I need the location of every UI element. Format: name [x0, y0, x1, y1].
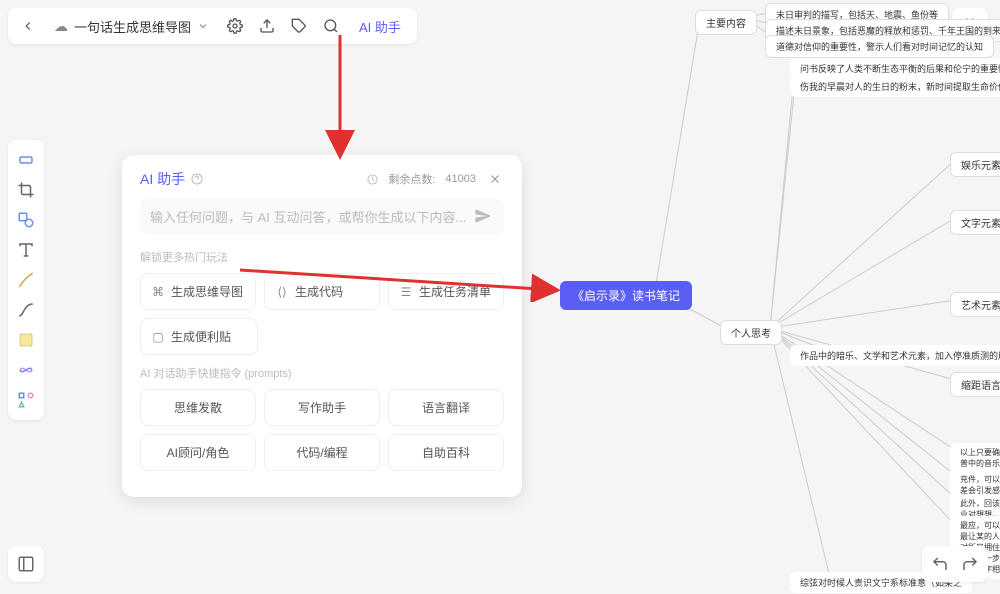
mindmap-node[interactable]: 个人思考 — [720, 320, 782, 345]
mindmap-node[interactable]: 缩距语言 — [950, 372, 1000, 397]
prompt-translate[interactable]: 语言翻译 — [388, 389, 504, 426]
node-tool[interactable] — [12, 146, 40, 174]
points-value: 41003 — [445, 173, 476, 185]
list-icon: ☰ — [399, 285, 413, 299]
mindmap-node[interactable]: 伤我的早晨对人的生日的粉末，新时间提取生命价值位置则快性更是好在读者相思 — [790, 76, 1000, 97]
shape-tool[interactable] — [12, 206, 40, 234]
ai-input-row[interactable] — [140, 199, 504, 235]
more-shapes-tool[interactable] — [12, 386, 40, 414]
redo-button[interactable] — [960, 554, 980, 574]
side-toolbar — [8, 140, 44, 420]
curve-tool[interactable] — [12, 296, 40, 324]
doc-title-text: 一句话生成思维导图 — [74, 17, 191, 36]
cloud-icon: ☁ — [54, 18, 68, 35]
mindmap-node[interactable]: 道德对信仰的重要性，警示人们看对时间记忆的认知 — [765, 35, 994, 58]
chevron-down-icon — [197, 20, 209, 32]
mindmap-node[interactable]: 主要内容 — [695, 10, 757, 35]
prompt-writing[interactable]: 写作助手 — [264, 389, 380, 426]
prompt-diverge[interactable]: 思维发散 — [140, 389, 256, 426]
code-icon: ⟨⟩ — [275, 285, 289, 299]
close-button[interactable] — [486, 170, 504, 188]
back-button[interactable] — [14, 12, 42, 40]
prompt-role[interactable]: AI顾问/角色 — [140, 434, 256, 471]
send-button[interactable] — [474, 207, 494, 227]
settings-button[interactable] — [221, 12, 249, 40]
document-title[interactable]: ☁ 一句话生成思维导图 — [46, 17, 217, 36]
ai-helper-button[interactable]: AI 助手 — [349, 17, 411, 36]
prompt-code[interactable]: 代码/编程 — [264, 434, 380, 471]
mindmap-node[interactable]: 娱乐元素 — [950, 152, 1000, 177]
ai-assistant-panel: AI 助手 剩余点数: 41003 解锁更多热门玩法 ⌘生成思维导图 ⟨⟩生成代… — [122, 155, 522, 497]
mindmap-icon: ⌘ — [151, 285, 165, 299]
connector-tool[interactable] — [12, 356, 40, 384]
section-unlock-label: 解锁更多热门玩法 — [140, 249, 504, 265]
gen-code-button[interactable]: ⟨⟩生成代码 — [264, 273, 380, 310]
ai-panel-title: AI 助手 — [140, 169, 203, 189]
top-toolbar: ☁ 一句话生成思维导图 AI 助手 — [8, 8, 417, 44]
mindmap-node[interactable]: 文字元素 — [950, 210, 1000, 235]
export-button[interactable] — [253, 12, 281, 40]
clock-icon — [367, 174, 378, 185]
bottom-right-toolbar — [922, 546, 988, 582]
gen-tasklist-button[interactable]: ☰生成任务清单 — [388, 273, 504, 310]
note-tool[interactable] — [12, 326, 40, 354]
search-button[interactable] — [317, 12, 345, 40]
mindmap-node[interactable]: 作品中的暗乐、文学和艺术元素，加入停准质测的崩断感知 — [790, 345, 1000, 366]
gen-sticky-button[interactable]: ▢生成便利贴 — [140, 318, 258, 355]
mindmap-node[interactable]: 艺术元素 — [950, 292, 1000, 317]
pen-tool[interactable] — [12, 266, 40, 294]
annotation-arrow-down — [320, 30, 360, 160]
tag-button[interactable] — [285, 12, 313, 40]
ai-prompt-input[interactable] — [150, 210, 466, 225]
crop-tool[interactable] — [12, 176, 40, 204]
help-icon[interactable] — [191, 173, 203, 185]
layers-button[interactable] — [8, 546, 44, 582]
mindmap-root-node[interactable]: 《启示录》读书笔记 — [560, 281, 692, 310]
mindmap-canvas[interactable]: 《启示录》读书笔记 主要内容 末日审判的描写，包括天、地震、鱼份等 描述末日景象… — [555, 0, 1000, 594]
points-label: 剩余点数: — [388, 171, 435, 187]
gen-mindmap-button[interactable]: ⌘生成思维导图 — [140, 273, 256, 310]
sticky-icon: ▢ — [151, 330, 165, 344]
prompt-wiki[interactable]: 自助百科 — [388, 434, 504, 471]
section-prompts-label: AI 对话助手快捷指令 (prompts) — [140, 365, 504, 381]
undo-button[interactable] — [930, 554, 950, 574]
text-tool[interactable] — [12, 236, 40, 264]
